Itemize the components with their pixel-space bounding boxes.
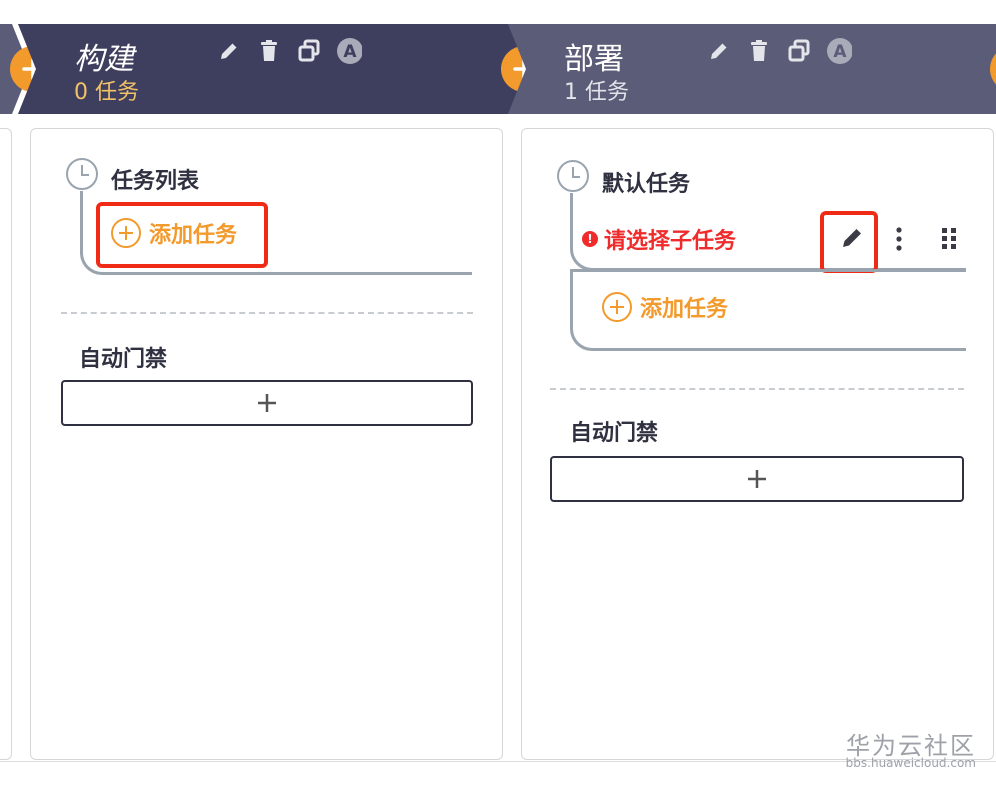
divider (550, 388, 964, 390)
pencil-icon[interactable] (216, 38, 242, 64)
task-group-track-lower (570, 271, 966, 351)
pencil-icon[interactable] (706, 38, 732, 64)
a-badge-icon[interactable]: A (336, 38, 362, 64)
drag-handle-icon[interactable] (940, 226, 960, 256)
clock-icon (557, 160, 589, 192)
plus-icon (748, 470, 766, 488)
error-icon: ! (582, 231, 598, 247)
plus-icon (258, 394, 276, 412)
stage-panel-build: 任务列表 添加任务 自动门禁 (30, 128, 503, 760)
add-gate-button[interactable] (61, 380, 473, 426)
svg-text:A: A (343, 42, 357, 62)
task-item-error[interactable]: ! 请选择子任务 (582, 223, 736, 255)
stage-title-deploy: 部署 (564, 42, 624, 77)
more-vertical-icon[interactable] (893, 226, 905, 256)
stage-title-build: 构建 (74, 42, 134, 77)
stage-tools-build: A (216, 38, 362, 64)
watermark-url: bbs.huaweicloud.com (845, 756, 976, 770)
trash-icon[interactable] (256, 38, 282, 64)
trash-icon[interactable] (746, 38, 772, 64)
stage-task-count-build: 0 任务 (74, 80, 139, 105)
add-gate-button[interactable] (550, 456, 964, 502)
svg-text:A: A (833, 42, 847, 62)
stage-task-count-deploy: 1 任务 (564, 80, 629, 105)
error-text: 请选择子任务 (604, 229, 737, 254)
pipeline-editor: 构建 0 任务 A 部署 1 任务 A 任务列表 添加任务 自动门禁 默认任务 … (0, 0, 996, 788)
stage-header-deploy[interactable]: 部署 1 任务 A (508, 24, 996, 114)
gate-label: 自动门禁 (570, 421, 659, 446)
stage-header-build[interactable]: 构建 0 任务 A (18, 24, 530, 114)
divider (61, 312, 473, 314)
highlight-box (96, 202, 268, 268)
gate-label: 自动门禁 (79, 347, 168, 372)
stage-panel-deploy: 默认任务 ! 请选择子任务 添加任务 自动门禁 (521, 128, 994, 760)
copy-icon[interactable] (296, 38, 322, 64)
stage-tools-deploy: A (706, 38, 852, 64)
prev-stage-panel (0, 128, 12, 760)
copy-icon[interactable] (786, 38, 812, 64)
a-badge-icon[interactable]: A (826, 38, 852, 64)
highlight-box (820, 211, 878, 273)
clock-icon (66, 158, 98, 190)
